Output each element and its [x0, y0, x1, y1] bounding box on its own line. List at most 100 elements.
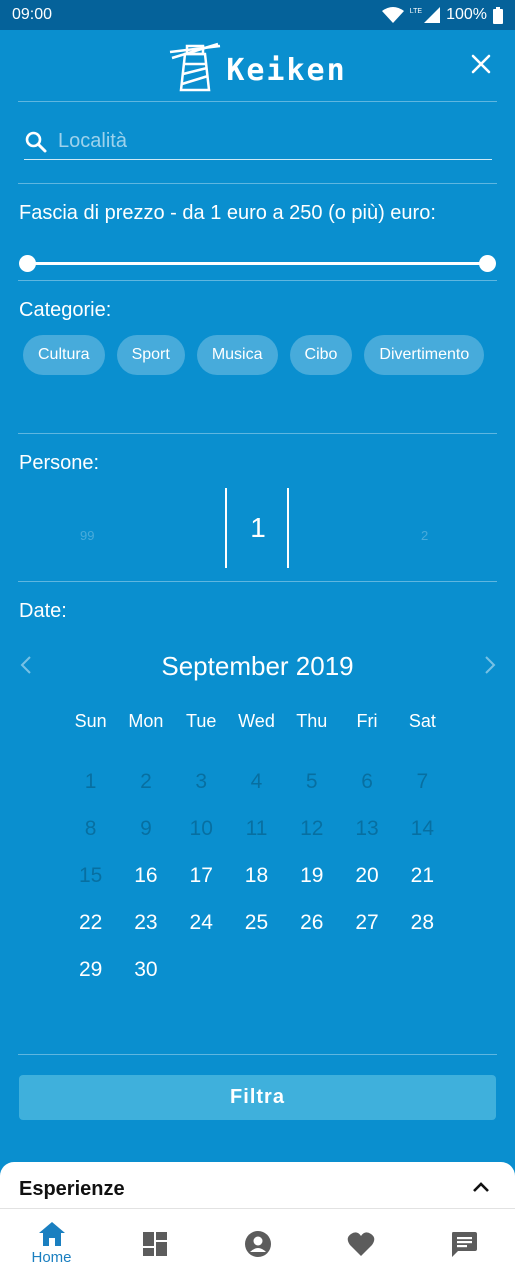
- app-name: Keiken: [226, 52, 347, 88]
- chat-icon: [451, 1232, 477, 1257]
- calendar-day[interactable]: 24: [174, 911, 229, 935]
- weekday-label: Sat: [408, 711, 436, 731]
- picker-right-line: [287, 488, 289, 568]
- nav-item-dashboard[interactable]: [103, 1209, 206, 1280]
- calendar-day-disabled: 2: [140, 770, 152, 793]
- price-slider-track[interactable]: [27, 262, 488, 265]
- persons-label: Persone:: [19, 452, 100, 474]
- close-button[interactable]: [467, 50, 495, 78]
- divider: [18, 1054, 497, 1055]
- calendar-day-disabled: 8: [84, 817, 97, 840]
- category-chips: Cultura Sport Musica Cibo Divertimento: [23, 335, 493, 375]
- heart-icon: [347, 1232, 374, 1256]
- divider: [18, 433, 497, 434]
- category-chip-sport[interactable]: Sport: [116, 335, 185, 375]
- nav-label-home: Home: [31, 1249, 72, 1266]
- calendar-day[interactable]: 22: [63, 911, 118, 935]
- calendar-day[interactable]: 17: [174, 864, 229, 888]
- lte-label: LTE: [409, 7, 423, 15]
- dashboard-icon: [142, 1232, 167, 1256]
- price-slider-max-thumb[interactable]: [479, 255, 496, 272]
- categories-label: Categorie:: [19, 299, 112, 321]
- calendar-day-disabled: 14: [410, 817, 434, 840]
- weekday-label: Thu: [296, 711, 328, 731]
- calendar-day-disabled: 3: [195, 770, 208, 793]
- calendar-day-disabled: 9: [140, 817, 152, 840]
- calendar-day-disabled: 13: [355, 817, 379, 840]
- calendar-day[interactable]: 29: [63, 958, 118, 982]
- calendar-day[interactable]: 18: [229, 864, 284, 888]
- calendar-day[interactable]: 30: [118, 958, 173, 982]
- calendar-weekday-row: Sun Mon Tue Wed Thu Fri Sat: [63, 711, 450, 732]
- chevron-up-icon[interactable]: [469, 1176, 493, 1200]
- wifi-icon: [381, 7, 404, 23]
- divider: [18, 183, 497, 184]
- filter-button[interactable]: Filtra: [19, 1075, 496, 1120]
- location-search: [24, 124, 492, 160]
- bottom-navigation: Home: [0, 1208, 515, 1280]
- category-chip-cultura[interactable]: Cultura: [23, 335, 105, 375]
- weekday-label: Fri: [356, 711, 378, 731]
- picker-next-value: 2: [421, 528, 429, 543]
- calendar-week-row: 1 2 3 4 5 6 7: [63, 770, 450, 794]
- calendar-day-empty: [339, 958, 394, 982]
- nav-item-favorites[interactable]: [309, 1209, 412, 1280]
- divider: [18, 101, 497, 102]
- calendar-week-row: 22 23 24 25 26 27 28: [63, 911, 450, 935]
- picker-left-line: [225, 488, 227, 568]
- category-chip-musica[interactable]: Musica: [196, 335, 278, 375]
- calendar-week-row: 15 16 17 18 19 20 21: [63, 864, 450, 888]
- home-icon: [38, 1222, 65, 1246]
- calendar-day[interactable]: 20: [339, 864, 394, 888]
- close-icon: [471, 54, 491, 74]
- calendar-day-disabled: 15: [78, 864, 103, 887]
- calendar-week-row: 29 30: [63, 958, 450, 982]
- calendar-day[interactable]: 28: [395, 911, 450, 935]
- calendar-day-empty: [174, 958, 229, 982]
- status-bar: 09:00 LTE 100%: [0, 0, 515, 30]
- category-chip-divertimento[interactable]: Divertimento: [364, 335, 485, 375]
- calendar-day[interactable]: 21: [395, 864, 450, 888]
- calendar-day[interactable]: 25: [229, 911, 284, 935]
- bottom-sheet-title: Esperienze: [19, 1178, 125, 1200]
- account-icon: [244, 1231, 271, 1257]
- nav-item-home[interactable]: Home: [0, 1209, 103, 1280]
- status-time: 09:00: [12, 6, 53, 23]
- calendar-month-title: September 2019: [161, 651, 354, 681]
- persons-number-picker[interactable]: 99 1 2: [18, 488, 497, 568]
- category-chip-cibo[interactable]: Cibo: [289, 335, 353, 375]
- weekday-label: Sun: [74, 711, 107, 731]
- calendar-day-disabled: 4: [250, 770, 263, 793]
- picker-current-value: 1: [250, 512, 266, 543]
- calendar-day[interactable]: 26: [284, 911, 339, 935]
- calendar-day-disabled: 7: [416, 770, 429, 793]
- calendar-week-row: 8 9 10 11 12 13 14: [63, 817, 450, 841]
- calendar-day[interactable]: 19: [284, 864, 339, 888]
- status-icons: LTE 100%: [381, 6, 503, 24]
- battery-percent: 100%: [446, 6, 487, 23]
- price-range-label: Fascia di prezzo - da 1 euro a 250 (o pi…: [19, 202, 436, 224]
- app-header: Keiken: [0, 30, 515, 102]
- calendar-next-month-button[interactable]: [478, 650, 502, 680]
- app-logo: Keiken: [168, 40, 346, 92]
- dates-label: Date:: [19, 600, 67, 622]
- nav-item-account[interactable]: [206, 1209, 309, 1280]
- price-slider-min-thumb[interactable]: [19, 255, 36, 272]
- location-input[interactable]: [58, 130, 478, 153]
- calendar-day-disabled: 12: [300, 817, 324, 840]
- divider: [18, 280, 497, 281]
- weekday-label: Mon: [128, 711, 164, 731]
- nav-item-messages[interactable]: [412, 1209, 515, 1280]
- weekday-label: Tue: [186, 711, 217, 731]
- calendar-day-disabled: 11: [245, 817, 268, 840]
- calendar-day-disabled: 1: [84, 770, 97, 793]
- calendar-day-disabled: 6: [361, 770, 373, 793]
- signal-icon: [424, 7, 441, 23]
- calendar-day-empty: [284, 958, 339, 982]
- divider: [18, 581, 497, 582]
- calendar-day[interactable]: 27: [339, 911, 394, 935]
- weekday-label: Wed: [238, 711, 275, 731]
- calendar-day[interactable]: 23: [118, 911, 173, 935]
- calendar-day[interactable]: 16: [118, 864, 173, 888]
- battery-icon: [493, 6, 503, 24]
